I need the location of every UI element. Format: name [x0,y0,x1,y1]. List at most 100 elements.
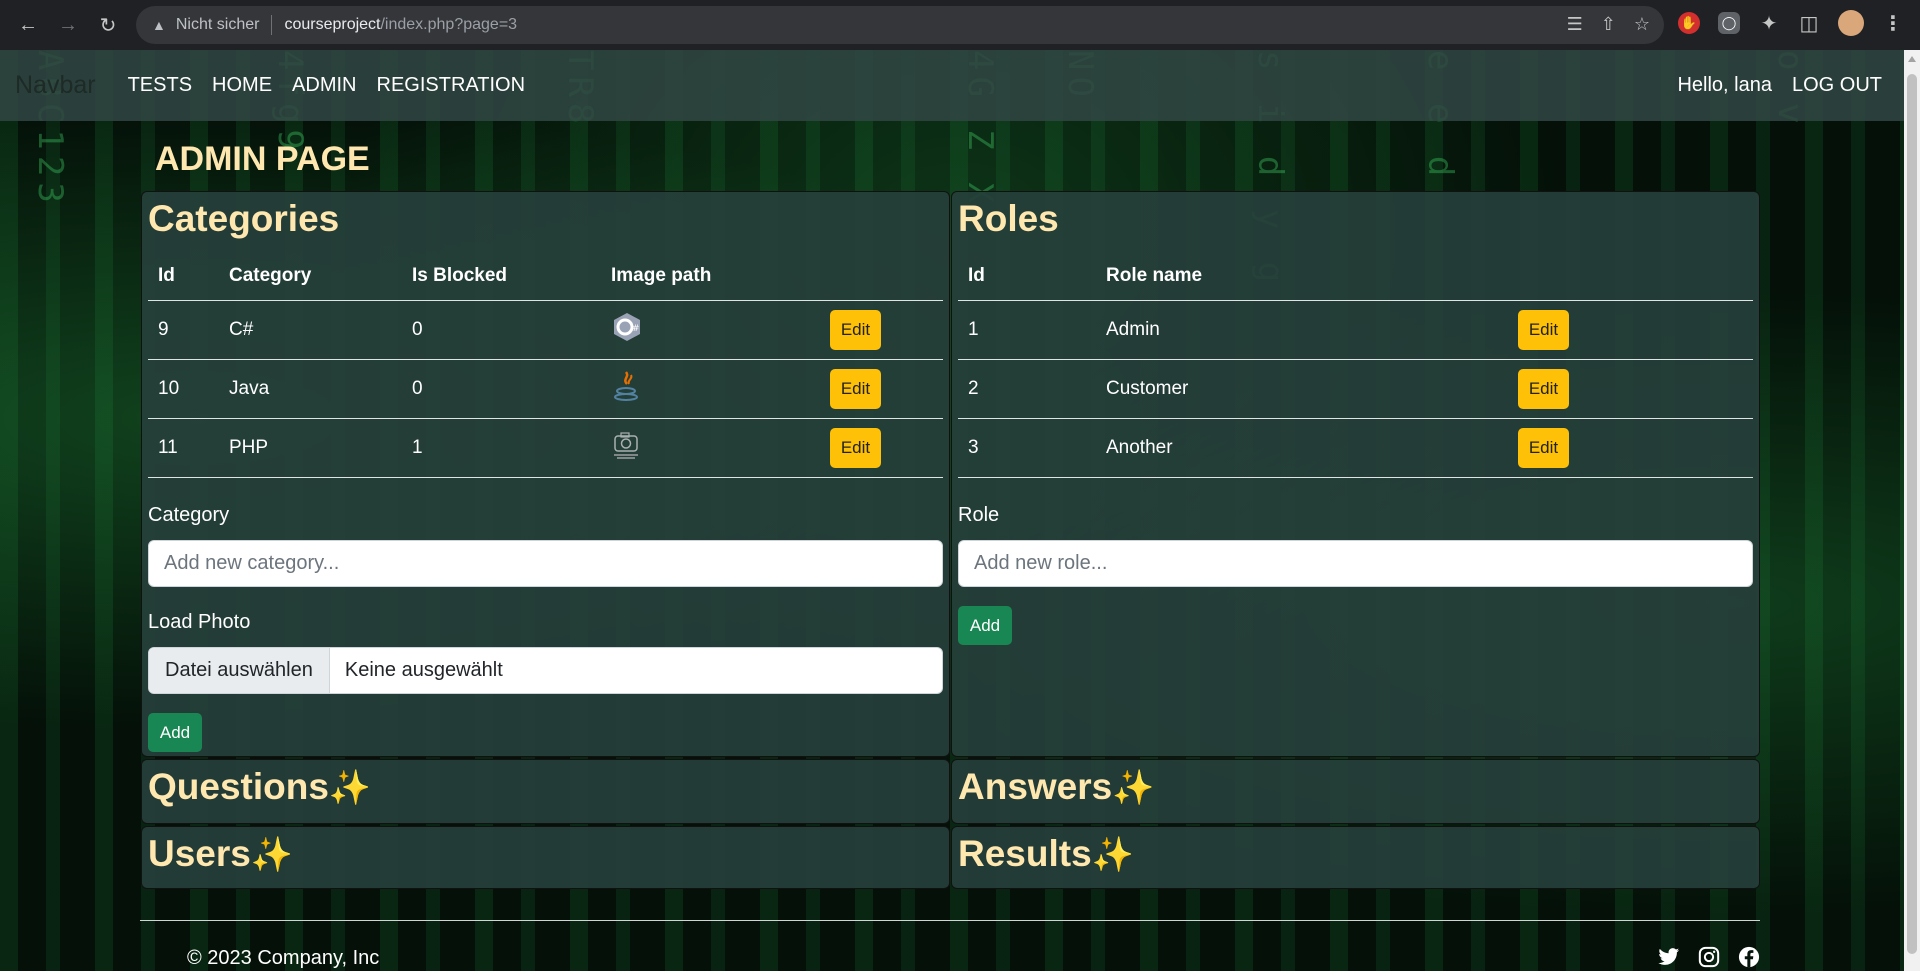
scroll-up-arrow-icon[interactable] [1908,56,1916,62]
footer-copyright: © 2023 Company, Inc [187,947,380,969]
sparkle-pointer-icon: ✨ [1112,769,1155,807]
role-input[interactable]: Add new role... [958,540,1753,587]
cell-actions: Edit [1508,300,1753,360]
column-header-id: Id [958,252,1096,301]
twitter-icon[interactable] [1657,945,1681,969]
column-header-id: Id [148,252,219,301]
footer-divider [140,920,1760,921]
cell-id: 11 [148,418,219,478]
edit-button[interactable]: Edit [830,427,881,468]
menu-kebab-icon[interactable]: ⋮ [1882,12,1904,35]
scrollbar-thumb[interactable] [1907,74,1917,954]
cell-is-blocked: 0 [402,300,601,360]
edit-button[interactable]: Edit [1518,368,1569,409]
url-host: courseproject [284,16,381,33]
profile-avatar[interactable] [1838,10,1864,36]
table-row: 9 C# 0 # Edit [148,300,943,360]
table-row: 3 Another Edit [958,418,1753,478]
add-category-button[interactable]: Add [148,713,202,752]
cell-is-blocked: 1 [402,418,601,478]
cell-role-name: Another [1096,418,1508,478]
add-role-button[interactable]: Add [958,606,1012,645]
cell-category: Java [219,359,402,419]
column-header-category: Category [219,252,402,301]
cell-category: PHP [219,418,402,478]
cell-id: 1 [958,300,1096,360]
questions-heading: Questions✨ [148,766,371,808]
categories-card: Categories Id Category Is Blocked Image … [141,191,950,757]
edit-button[interactable]: Edit [830,309,881,350]
side-panel-icon[interactable]: ◫ [1798,12,1820,35]
nav-link-tests[interactable]: TESTS [128,74,192,97]
address-divider [271,15,273,35]
sparkle-pointer-icon: ✨ [328,769,372,807]
answers-title: Answers [958,766,1113,807]
photo-file-input[interactable]: Datei auswählen Keine ausgewählt [148,647,943,694]
nav-link-home[interactable]: HOME [212,74,272,97]
answers-section[interactable]: Answers✨ [951,759,1760,824]
nav-link-registration[interactable]: REGISTRATION [377,74,526,97]
page-title: ADMIN PAGE [155,140,370,178]
nav-link-admin[interactable]: ADMIN [292,74,356,97]
back-icon[interactable]: ← [8,5,48,45]
edit-button[interactable]: Edit [1518,427,1569,468]
edit-button[interactable]: Edit [1518,309,1569,350]
extensions-puzzle-icon[interactable]: ✦ [1758,12,1780,35]
cell-actions: Edit [1508,418,1753,478]
sparkle-pointer-icon: ✨ [250,836,294,874]
roles-card: Roles Id Role name 1 Admin Edit 2 Custom… [951,191,1760,757]
users-title: Users [148,833,251,874]
warning-icon: ▲ [152,17,166,33]
edit-button[interactable]: Edit [830,368,881,409]
table-header-row: Id Category Is Blocked Image path [148,252,943,301]
cell-actions: Edit [820,359,943,419]
file-status-text: Keine ausgewählt [344,659,503,681]
facebook-icon[interactable] [1737,945,1761,969]
questions-title: Questions [148,766,329,807]
url-path: /index.php?page=3 [380,16,518,33]
category-field-label: Category [148,504,230,526]
address-bar[interactable]: ▲ Nicht sicher courseproject/index.php?p… [136,6,1664,44]
cell-role-name: Customer [1096,359,1508,419]
browser-toolbar: ← → ↻ ▲ Nicht sicher courseproject/index… [0,0,1920,50]
cell-actions: Edit [1508,359,1753,419]
site-navbar: Navbar TESTS HOME ADMIN REGISTRATION Hel… [0,50,1904,121]
role-field-label: Role [958,504,1000,526]
results-section[interactable]: Results✨ [951,826,1760,889]
roles-table: Id Role name 1 Admin Edit 2 Customer Edi… [958,252,1753,478]
forward-icon[interactable]: → [48,5,88,45]
shield-extension-icon[interactable]: ◯ [1718,12,1740,34]
results-heading: Results✨ [958,833,1134,875]
share-icon[interactable]: ⇧ [1601,14,1616,35]
cell-category: C# [219,300,402,360]
navbar-brand[interactable]: Navbar [15,71,96,100]
categories-title: Categories [148,198,340,239]
svg-text:#: # [632,324,640,334]
table-header-row: Id Role name [958,252,1753,301]
users-section[interactable]: Users✨ [141,826,950,889]
cell-id: 2 [958,359,1096,419]
cell-actions: Edit [820,418,943,478]
questions-section[interactable]: Questions✨ [141,759,950,824]
page-scrollbar[interactable] [1904,50,1920,971]
adblock-extension-icon[interactable]: ✋ [1678,12,1700,34]
cell-image: # [601,300,820,360]
no-image-camera-icon [611,429,643,461]
table-row: 11 PHP 1 Edit [148,418,943,478]
reload-icon[interactable]: ↻ [88,5,128,45]
bookmark-star-icon[interactable]: ☆ [1634,14,1650,35]
translate-icon[interactable]: ☰ [1567,14,1583,35]
logout-link[interactable]: LOG OUT [1792,74,1882,97]
choose-file-button[interactable]: Datei auswählen [149,648,330,693]
column-header-role-name: Role name [1096,252,1508,301]
roles-title: Roles [958,198,1059,239]
user-greeting: Hello, lana [1677,74,1772,96]
users-heading: Users✨ [148,833,293,875]
cell-image [601,359,820,419]
category-input[interactable]: Add new category... [148,540,943,587]
instagram-icon[interactable] [1697,945,1721,969]
csharp-logo-icon: # [611,311,643,343]
table-row: 10 Java 0 Edit [148,359,943,419]
cell-is-blocked: 0 [402,359,601,419]
column-header-image-path: Image path [601,252,820,301]
